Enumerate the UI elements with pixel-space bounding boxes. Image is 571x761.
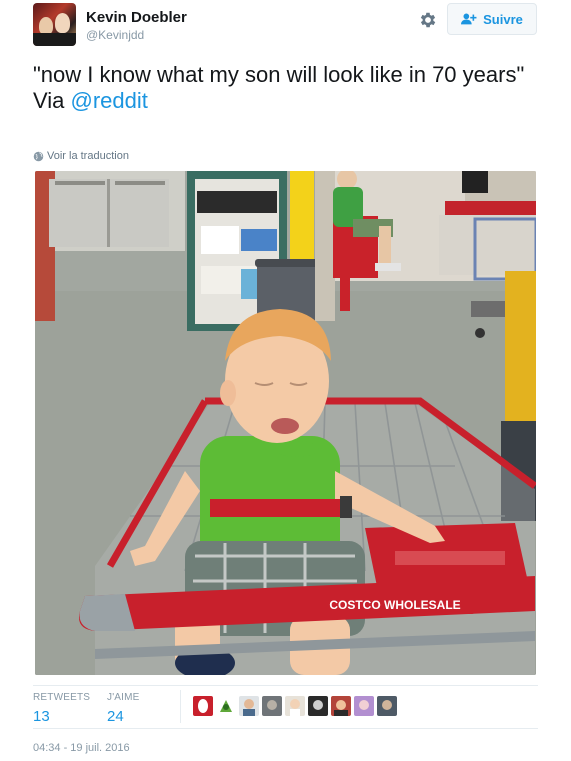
tweet-quote: "now I know what my son will look like i… <box>33 62 525 87</box>
retweets-label: RETWEETS <box>33 692 91 703</box>
follow-button[interactable]: Suivre <box>447 3 537 35</box>
stats-separator <box>180 690 181 723</box>
likes-label: J'AIME <box>107 692 140 703</box>
user-fullname[interactable]: Kevin Doebler <box>86 9 187 26</box>
tweet-timestamp[interactable]: 04:34 - 19 juil. 2016 <box>33 742 130 754</box>
globe-icon <box>33 151 44 161</box>
tweet-photo[interactable]: COSTCO WHOLESALE <box>35 171 536 675</box>
tweet-via: Via <box>33 88 71 113</box>
divider <box>33 685 538 686</box>
liker-avatar[interactable] <box>331 696 351 716</box>
tweet-header: Kevin Doebler @Kevinjdd Suivre <box>33 3 538 47</box>
user-handle[interactable]: @Kevinjdd <box>86 28 144 42</box>
liker-avatar[interactable] <box>262 696 282 716</box>
mention-link[interactable]: @reddit <box>71 88 148 113</box>
liker-avatar[interactable] <box>354 696 374 716</box>
liker-avatar[interactable] <box>239 696 259 716</box>
likes-count[interactable]: 24 <box>107 708 140 725</box>
photo-scene: COSTCO WHOLESALE <box>35 171 536 675</box>
liker-avatar[interactable] <box>377 696 397 716</box>
tweet-text: "now I know what my son will look like i… <box>33 62 538 114</box>
follow-button-label: Suivre <box>483 11 523 27</box>
liker-avatar[interactable] <box>216 696 236 716</box>
translate-label: Voir la traduction <box>47 150 129 162</box>
likers-avatar-row <box>193 696 397 716</box>
liker-avatar[interactable] <box>308 696 328 716</box>
translate-link[interactable]: Voir la traduction <box>33 150 129 162</box>
add-user-icon <box>461 13 477 25</box>
likes-stat[interactable]: J'AIME 24 <box>107 692 140 725</box>
retweets-stat[interactable]: RETWEETS 13 <box>33 692 90 725</box>
gear-icon[interactable] <box>418 10 438 30</box>
divider <box>33 728 538 729</box>
user-avatar[interactable] <box>33 3 76 46</box>
liker-avatar[interactable] <box>285 696 305 716</box>
retweets-count[interactable]: 13 <box>33 708 90 725</box>
liker-avatar[interactable] <box>193 696 213 716</box>
costco-sign-text: COSTCO WHOLESALE <box>329 598 460 612</box>
